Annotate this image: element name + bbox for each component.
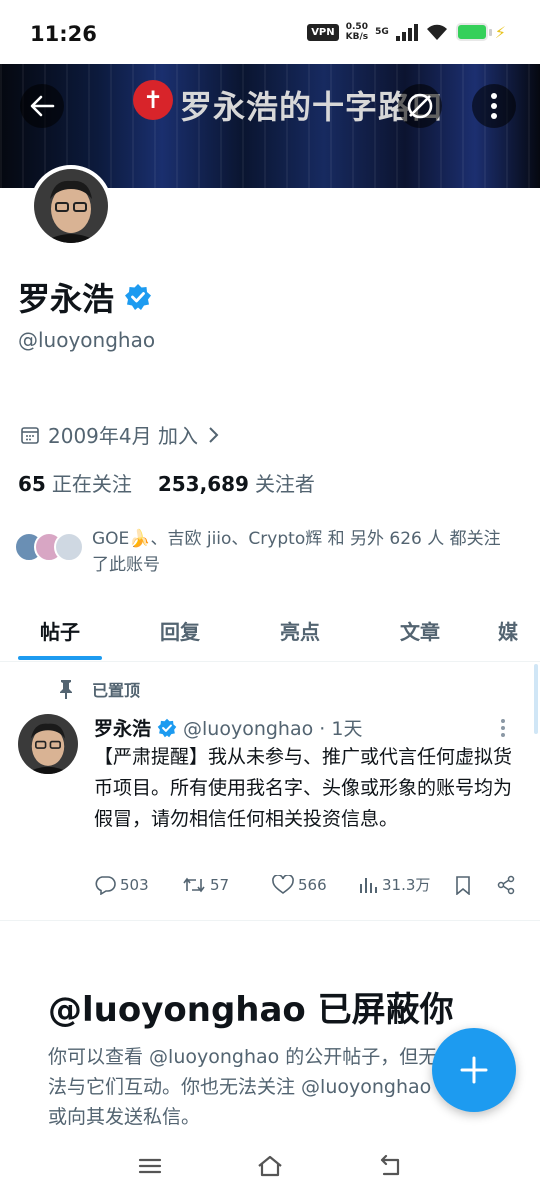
profile-avatar[interactable] (30, 165, 112, 247)
repost-icon (183, 877, 205, 892)
follow-stats: 65 正在关注 253,689 关注者 (18, 468, 315, 497)
scroll-indicator (534, 664, 538, 734)
followers-label: 关注者 (254, 472, 315, 496)
views-button[interactable]: 31.3万 (358, 874, 454, 895)
charging-icon: ⚡ (494, 22, 506, 42)
view-count: 31.3万 (382, 876, 431, 894)
tab-replies[interactable]: 回复 (120, 598, 240, 661)
post-text: 【严肃提醒】我从未参与、推广或代言任何虚拟货币项目。所有使用我名字、头像或形象的… (94, 746, 513, 830)
share-button[interactable] (496, 875, 516, 895)
more-vertical-icon (501, 719, 505, 737)
speed-value: 0.50 (345, 22, 368, 32)
repost-count: 57 (210, 875, 230, 894)
signal-icon (395, 24, 418, 41)
verified-badge-icon[interactable] (124, 283, 152, 311)
profile-name: 罗永浩 (18, 274, 152, 320)
post-header: 罗永浩 @luoyonghao · 1天 (94, 714, 362, 741)
reply-button[interactable]: 503 (94, 875, 182, 895)
chevron-right-icon (209, 426, 219, 443)
follower-avatars (14, 526, 86, 566)
banner-logo: ✝ (133, 80, 173, 120)
status-time: 11:26 (30, 22, 97, 46)
repost-button[interactable]: 57 (182, 875, 272, 895)
more-options-button[interactable] (472, 84, 516, 128)
followed-by[interactable]: GOE🍌、吉欧 jiio、Crypto辉 和 另外 626 人 都关注了此账号 (14, 526, 512, 578)
avatar-image (34, 169, 108, 243)
bookmark-button[interactable] (454, 875, 496, 895)
following-link[interactable]: 65 正在关注 (18, 468, 132, 497)
reply-count: 503 (120, 875, 149, 894)
pinned-label: 已置顶 (92, 681, 141, 700)
status-icons: VPN 0.50 KB/s 5G ⚡ (307, 22, 506, 42)
share-icon (497, 875, 515, 894)
pin-icon (60, 680, 72, 699)
joined-text: 2009年4月 加入 (48, 424, 198, 448)
verified-badge-icon (157, 718, 177, 737)
post-more-button[interactable] (500, 718, 506, 742)
views-icon (360, 877, 377, 893)
tab-posts[interactable]: 帖子 (0, 598, 120, 661)
following-count: 65 (18, 472, 46, 496)
back-nav-icon[interactable] (378, 1154, 404, 1178)
block-icon (407, 93, 433, 119)
battery-icon (455, 23, 492, 41)
followers-count: 253,689 (157, 472, 249, 496)
unblock-button[interactable] (398, 84, 442, 128)
blocked-description: 你可以查看 @luoyonghao 的公开帖子，但无法与它们互动。你也无法关注 … (48, 1046, 438, 1128)
back-button[interactable] (20, 84, 64, 128)
tab-highlights[interactable]: 亮点 (240, 598, 360, 661)
home-icon[interactable] (256, 1154, 284, 1178)
followers-link[interactable]: 253,689 关注者 (158, 468, 315, 497)
vpn-badge: VPN (307, 23, 339, 41)
speed-unit: KB/s (345, 32, 369, 42)
post-actions: 503 57 566 31.3万 (94, 874, 524, 895)
bookmark-icon (456, 875, 470, 895)
network-type: 5G (375, 26, 389, 37)
more-vertical-icon (491, 93, 497, 119)
avatar-image (18, 714, 78, 774)
profile-name-text: 罗永浩 (18, 280, 115, 318)
post-divider (0, 920, 540, 921)
post-avatar[interactable] (18, 714, 78, 774)
followed-by-text: GOE🍌、吉欧 jiio、Crypto辉 和 另外 626 人 都关注了此账号 (92, 529, 501, 575)
menu-icon[interactable] (138, 1154, 162, 1178)
network-speed: 0.50 KB/s (346, 22, 368, 42)
profile-tabs: 帖子 回复 亮点 文章 媒 (0, 598, 540, 662)
post-author[interactable]: 罗永浩 (94, 714, 151, 741)
blocked-title: @luoyonghao 已屏蔽你 (48, 990, 454, 1030)
like-button[interactable]: 566 (272, 874, 358, 895)
tab-media[interactable]: 媒 (480, 598, 540, 661)
tab-articles[interactable]: 文章 (360, 598, 480, 661)
pinned-indicator: 已置顶 (58, 677, 140, 701)
plus-icon (460, 1056, 488, 1084)
arrow-left-icon (30, 95, 55, 117)
heart-icon (272, 874, 294, 894)
wifi-icon (426, 24, 447, 40)
system-nav-bar (0, 1140, 540, 1199)
compose-button[interactable] (432, 1028, 516, 1112)
status-bar: 11:26 VPN 0.50 KB/s 5G ⚡ (0, 0, 540, 64)
calendar-icon (21, 426, 39, 444)
follower-avatar (54, 532, 84, 562)
like-count: 566 (298, 875, 327, 894)
profile-handle: @luoyonghao (18, 328, 156, 352)
following-label: 正在关注 (51, 472, 132, 496)
joined-date[interactable]: 2009年4月 加入 (20, 420, 220, 449)
post-meta: @luoyonghao · 1天 (183, 718, 363, 740)
reply-icon (95, 875, 116, 895)
